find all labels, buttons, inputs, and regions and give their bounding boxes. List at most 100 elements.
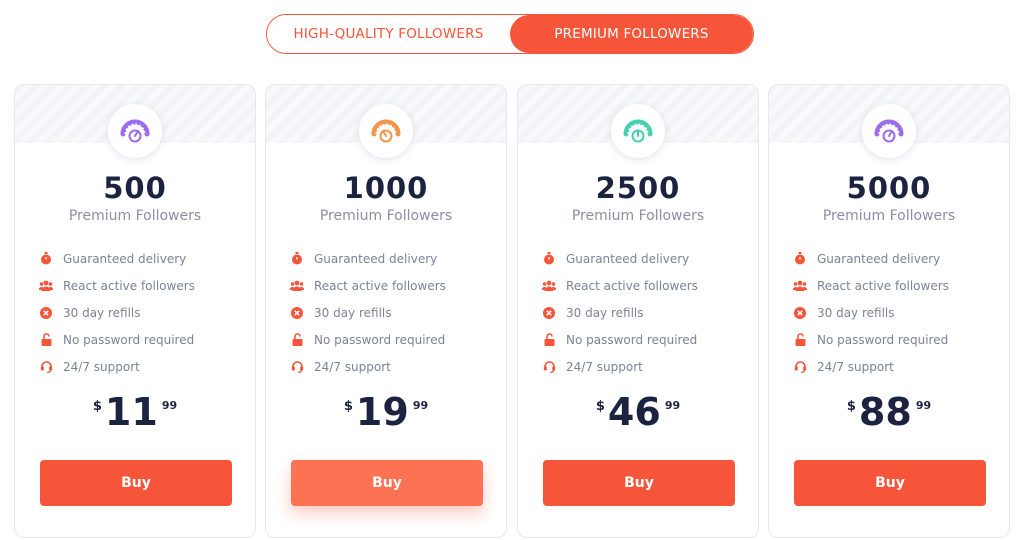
feature-item: No password required bbox=[542, 326, 698, 353]
feature-text: 24/7 support bbox=[63, 359, 140, 374]
price-integer: 11 bbox=[104, 390, 158, 434]
price-cents: 99 bbox=[664, 399, 681, 412]
headset-icon bbox=[542, 360, 556, 374]
headset-icon bbox=[793, 360, 807, 374]
feature-item: 30 day refills bbox=[542, 299, 698, 326]
users-icon bbox=[793, 279, 807, 293]
feature-item: Guaranteed delivery bbox=[290, 245, 446, 272]
x-circle-icon bbox=[39, 306, 53, 320]
price-cents: 99 bbox=[161, 399, 178, 412]
feature-text: 24/7 support bbox=[314, 359, 391, 374]
feature-item: 24/7 support bbox=[290, 353, 446, 380]
price-integer: 46 bbox=[607, 390, 661, 434]
gauge-purple-icon bbox=[874, 119, 904, 143]
feature-item: React active followers bbox=[39, 272, 195, 299]
feature-item: 30 day refills bbox=[39, 299, 195, 326]
feature-list: Guaranteed delivery React active followe… bbox=[290, 245, 446, 380]
price-currency: $ bbox=[595, 399, 605, 414]
price-currency: $ bbox=[92, 399, 102, 414]
feature-item: No password required bbox=[793, 326, 949, 353]
feature-text: React active followers bbox=[566, 278, 698, 293]
feature-item: Guaranteed delivery bbox=[542, 245, 698, 272]
plan-label: Premium Followers bbox=[571, 208, 705, 224]
feature-text: No password required bbox=[566, 332, 698, 347]
toggle-high-quality[interactable]: HIGH-QUALITY FOLLOWERS bbox=[267, 15, 510, 53]
plan-card-1000: 1000 Premium Followers Guaranteed delive… bbox=[265, 84, 507, 538]
feature-item: React active followers bbox=[290, 272, 446, 299]
feature-text: React active followers bbox=[63, 278, 195, 293]
buy-button[interactable]: Buy bbox=[794, 460, 986, 506]
stopwatch-icon bbox=[290, 252, 304, 266]
feature-item: 30 day refills bbox=[793, 299, 949, 326]
price-currency: $ bbox=[343, 399, 353, 414]
feature-text: No password required bbox=[817, 332, 949, 347]
feature-item: No password required bbox=[39, 326, 195, 353]
plan-price: $ 46 99 bbox=[518, 391, 758, 433]
plan-badge bbox=[862, 104, 916, 158]
unlock-icon bbox=[39, 333, 53, 347]
feature-text: 30 day refills bbox=[817, 305, 895, 320]
stopwatch-icon bbox=[793, 252, 807, 266]
feature-text: No password required bbox=[314, 332, 446, 347]
plan-badge bbox=[359, 104, 413, 158]
feature-text: 30 day refills bbox=[63, 305, 141, 320]
plan-card-5000: 5000 Premium Followers Guaranteed delive… bbox=[768, 84, 1010, 538]
plan-card-2500: 2500 Premium Followers Guaranteed delive… bbox=[517, 84, 759, 538]
x-circle-icon bbox=[793, 306, 807, 320]
plan-price: $ 19 99 bbox=[266, 391, 506, 433]
buy-button[interactable]: Buy bbox=[543, 460, 735, 506]
x-circle-icon bbox=[542, 306, 556, 320]
plan-amount: 2500 bbox=[595, 171, 681, 205]
feature-text: Guaranteed delivery bbox=[566, 251, 690, 266]
plan-card-500: 500 Premium Followers Guaranteed deliver… bbox=[14, 84, 256, 538]
x-circle-icon bbox=[290, 306, 304, 320]
feature-text: 24/7 support bbox=[566, 359, 643, 374]
gauge-teal-icon bbox=[623, 119, 653, 143]
plan-badge bbox=[611, 104, 665, 158]
feature-text: Guaranteed delivery bbox=[314, 251, 438, 266]
stopwatch-icon bbox=[542, 252, 556, 266]
unlock-icon bbox=[542, 333, 556, 347]
feature-text: 30 day refills bbox=[314, 305, 392, 320]
feature-text: Guaranteed delivery bbox=[63, 251, 187, 266]
plan-amount: 5000 bbox=[846, 171, 932, 205]
headset-icon bbox=[290, 360, 304, 374]
plan-price: $ 11 99 bbox=[15, 391, 255, 433]
feature-item: React active followers bbox=[542, 272, 698, 299]
price-integer: 19 bbox=[355, 390, 409, 434]
price-integer: 88 bbox=[858, 390, 912, 434]
plan-badge bbox=[108, 104, 162, 158]
buy-button[interactable]: Buy bbox=[291, 460, 483, 506]
feature-item: Guaranteed delivery bbox=[793, 245, 949, 272]
feature-item: 30 day refills bbox=[290, 299, 446, 326]
users-icon bbox=[542, 279, 556, 293]
users-icon bbox=[39, 279, 53, 293]
plan-label: Premium Followers bbox=[68, 208, 202, 224]
plan-amount: 1000 bbox=[343, 171, 429, 205]
feature-text: React active followers bbox=[817, 278, 949, 293]
feature-item: 24/7 support bbox=[793, 353, 949, 380]
feature-item: No password required bbox=[290, 326, 446, 353]
feature-text: No password required bbox=[63, 332, 195, 347]
feature-text: 24/7 support bbox=[817, 359, 894, 374]
unlock-icon bbox=[290, 333, 304, 347]
feature-text: Guaranteed delivery bbox=[817, 251, 941, 266]
stopwatch-icon bbox=[39, 252, 53, 266]
price-cents: 99 bbox=[412, 399, 429, 412]
feature-list: Guaranteed delivery React active followe… bbox=[793, 245, 949, 380]
plan-amount: 500 bbox=[103, 171, 167, 205]
price-cents: 99 bbox=[915, 399, 932, 412]
feature-item: Guaranteed delivery bbox=[39, 245, 195, 272]
unlock-icon bbox=[793, 333, 807, 347]
toggle-premium[interactable]: PREMIUM FOLLOWERS bbox=[510, 15, 753, 53]
buy-button[interactable]: Buy bbox=[40, 460, 232, 506]
headset-icon bbox=[39, 360, 53, 374]
feature-text: 30 day refills bbox=[566, 305, 644, 320]
feature-text: React active followers bbox=[314, 278, 446, 293]
plan-label: Premium Followers bbox=[822, 208, 956, 224]
plan-price: $ 88 99 bbox=[769, 391, 1009, 433]
feature-item: 24/7 support bbox=[39, 353, 195, 380]
feature-list: Guaranteed delivery React active followe… bbox=[39, 245, 195, 380]
feature-list: Guaranteed delivery React active followe… bbox=[542, 245, 698, 380]
feature-item: React active followers bbox=[793, 272, 949, 299]
